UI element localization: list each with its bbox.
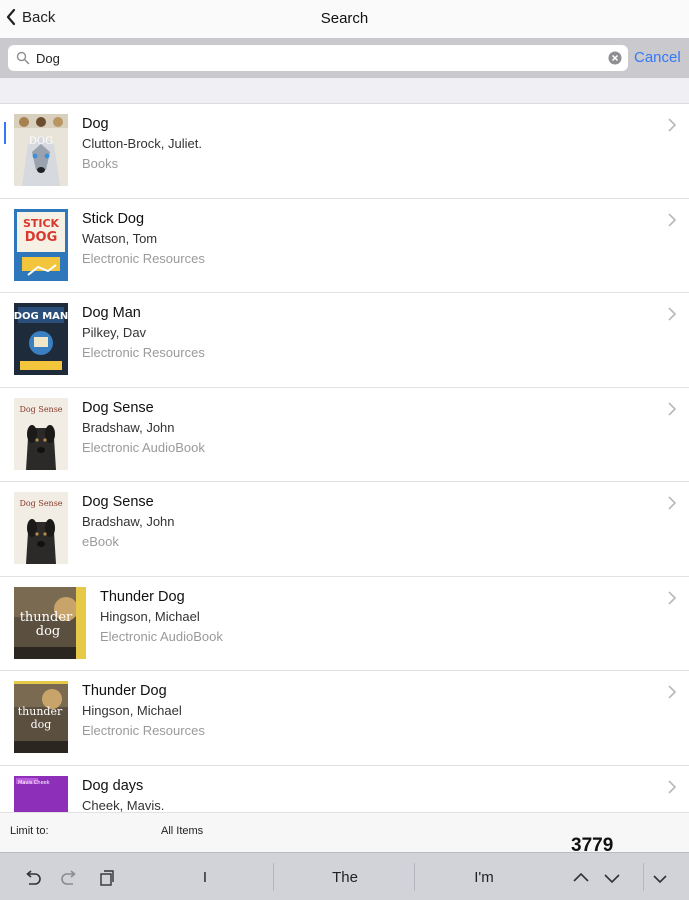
search-bar: Dog Cancel <box>0 38 689 78</box>
item-author: Pilkey, Dav <box>82 325 147 340</box>
book-cover: thunder dog <box>14 681 68 753</box>
item-title: Dog Sense <box>82 399 154 416</box>
item-title: Thunder Dog <box>82 683 167 699</box>
cancel-button[interactable]: Cancel <box>634 49 681 66</box>
book-cover: Dog Sense <box>14 397 68 470</box>
book-cover: Dog Sense <box>14 492 68 564</box>
book-cover: Mavis Cheek <box>14 775 68 812</box>
chevron-right-icon <box>668 685 677 699</box>
item-text: Dog Man Pilkey, Dav Electronic Resources <box>82 303 205 363</box>
chevron-down-icon[interactable] <box>602 868 622 888</box>
filter-bar: Limit to: All Items 3779 <box>0 812 689 856</box>
section-header <box>0 78 689 104</box>
item-title: Dog Man <box>82 305 141 321</box>
list-item[interactable]: DOG Dog Clutton-Brock, Juliet. Books <box>0 104 689 199</box>
divider <box>273 863 274 891</box>
item-author: Hingson, Michael <box>100 608 200 624</box>
item-author: Cheek, Mavis. <box>82 797 165 813</box>
svg-text:Dog Sense: Dog Sense <box>19 499 62 508</box>
chevron-right-icon <box>668 590 677 605</box>
item-text: Dog Clutton-Brock, Juliet. Books <box>82 114 202 174</box>
item-author: Clutton-Brock, Juliet. <box>82 136 202 151</box>
item-format: Electronic Resources <box>82 345 205 360</box>
item-text: Thunder Dog Hingson, Michael Electronic … <box>82 681 205 741</box>
results-list: DOG Dog Clutton-Brock, Juliet. Books STI… <box>0 104 689 812</box>
chevron-right-icon <box>668 401 677 416</box>
search-query: Dog <box>36 50 60 66</box>
chevron-right-icon <box>668 212 677 227</box>
item-title: Dog <box>82 116 109 132</box>
svg-text:dog: dog <box>36 624 60 639</box>
suggestion-3[interactable]: I'm <box>424 869 544 886</box>
item-author: Bradshaw, John <box>82 514 175 529</box>
selection-indicator <box>4 122 6 144</box>
svg-text:DOG MAN: DOG MAN <box>14 311 68 322</box>
chevron-right-icon <box>668 496 677 510</box>
chevron-right-icon <box>668 779 677 794</box>
dismiss-keyboard-icon[interactable] <box>650 868 670 888</box>
svg-text:dog: dog <box>31 718 52 731</box>
item-author: Hingson, Michael <box>82 703 182 718</box>
item-author: Bradshaw, John <box>82 419 175 435</box>
limit-selector[interactable]: All Items <box>161 825 203 837</box>
book-cover: STICK DOG <box>14 208 68 281</box>
item-title: Dog Sense <box>82 494 154 510</box>
clear-icon[interactable] <box>608 51 622 65</box>
item-format: Electronic AudioBook <box>100 628 223 644</box>
item-text: Dog Sense Bradshaw, John Electronic Audi… <box>82 398 205 458</box>
list-item[interactable]: Dog Sense Dog Sense Bradshaw, John Elect… <box>0 388 689 482</box>
item-format: Books <box>82 156 119 171</box>
divider <box>643 863 644 891</box>
svg-text:DOG: DOG <box>25 230 58 245</box>
item-title: Stick Dog <box>82 210 145 227</box>
redo-icon[interactable] <box>60 868 80 888</box>
item-format: Electronic Resources <box>82 723 205 738</box>
svg-text:Dog Sense: Dog Sense <box>19 405 62 414</box>
limit-label: Limit to: <box>10 825 49 837</box>
item-author: Watson, Tom <box>82 230 158 246</box>
item-title: Thunder Dog <box>100 588 185 605</box>
item-text: Stick Dog Watson, Tom Electronic Resourc… <box>82 209 205 269</box>
list-item[interactable]: Mavis Cheek Dog days Cheek, Mavis. <box>0 766 689 813</box>
keyboard-toolbar: I The I'm <box>0 852 689 900</box>
item-text: Dog days Cheek, Mavis. <box>82 776 164 813</box>
svg-text:thunder: thunder <box>20 610 73 625</box>
page-title: Search <box>320 10 369 27</box>
svg-text:STICK: STICK <box>23 217 60 230</box>
chevron-right-icon <box>668 307 677 321</box>
chevron-right-icon <box>668 118 677 132</box>
nav-bar: Back Search <box>0 0 689 38</box>
book-cover: DOG MAN <box>14 303 68 375</box>
book-cover: DOG <box>14 114 68 186</box>
search-icon <box>16 51 30 65</box>
item-text: Dog Sense Bradshaw, John eBook <box>82 492 175 552</box>
list-item[interactable]: Dog Sense Dog Sense Bradshaw, John eBook <box>0 482 689 577</box>
item-format: eBook <box>82 534 119 549</box>
item-title: Dog days <box>82 777 144 794</box>
paste-icon[interactable] <box>97 868 117 888</box>
item-format: Electronic AudioBook <box>82 439 205 455</box>
list-item[interactable]: thunder dog Thunder Dog Hingson, Michael… <box>0 577 689 671</box>
chevron-up-icon[interactable] <box>571 868 591 888</box>
svg-text:Mavis Cheek: Mavis Cheek <box>18 780 50 786</box>
list-item[interactable]: DOG MAN Dog Man Pilkey, Dav Electronic R… <box>0 293 689 388</box>
divider <box>414 863 415 891</box>
item-text: Thunder Dog Hingson, Michael Electronic … <box>100 587 223 647</box>
item-format: Electronic Resources <box>82 250 205 266</box>
suggestion-2[interactable]: The <box>285 869 405 886</box>
svg-text:thunder: thunder <box>18 705 63 718</box>
list-item[interactable]: thunder dog Thunder Dog Hingson, Michael… <box>0 671 689 766</box>
undo-icon[interactable] <box>22 868 42 888</box>
book-cover: thunder dog <box>14 586 86 659</box>
list-item[interactable]: STICK DOG Stick Dog Watson, Tom Electron… <box>0 199 689 293</box>
suggestion-1[interactable]: I <box>145 869 265 886</box>
search-input[interactable]: Dog <box>8 45 628 71</box>
svg-text:DOG: DOG <box>29 136 53 147</box>
